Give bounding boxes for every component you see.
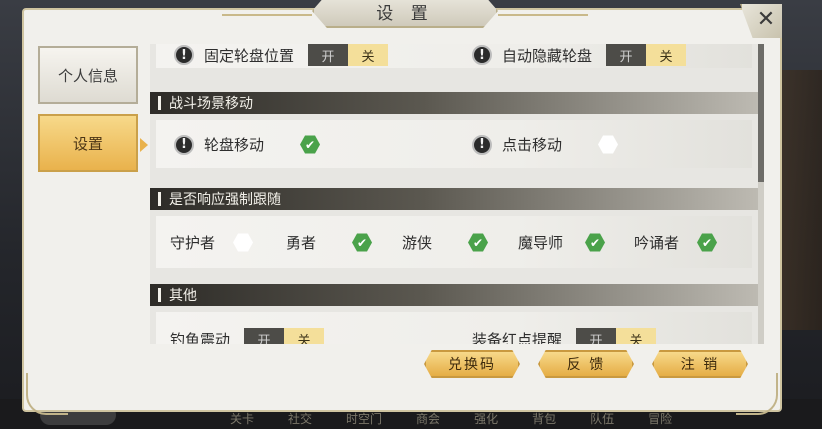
option-label: 守护者 bbox=[170, 234, 216, 252]
option-label: 游侠 bbox=[402, 234, 433, 252]
toggle-off[interactable]: 关 bbox=[348, 44, 389, 66]
wheel-move-checkbox[interactable]: ✔ bbox=[300, 135, 321, 154]
dialog-title: 设 置 bbox=[312, 0, 498, 28]
option-role-mage: 魔导师 ✔ bbox=[518, 232, 606, 253]
toggle-on[interactable]: 开 bbox=[576, 328, 617, 344]
section-bar bbox=[158, 96, 161, 110]
option-label: 轮盘移动 bbox=[204, 136, 265, 154]
background-nav-item: 时空门 bbox=[346, 412, 383, 426]
option-label: 装备红点提醒 bbox=[472, 330, 563, 345]
tap-move-checkbox[interactable] bbox=[598, 135, 619, 154]
info-icon[interactable]: ! bbox=[174, 134, 194, 155]
auto-hide-wheel-toggle[interactable]: 开 关 bbox=[606, 44, 687, 66]
ranger-checkbox[interactable]: ✔ bbox=[468, 233, 489, 252]
close-icon: ✕ bbox=[756, 6, 776, 32]
background-nav-item: 关卡 bbox=[230, 412, 255, 426]
option-label: 点击移动 bbox=[502, 136, 563, 154]
option-label: 吟诵者 bbox=[634, 234, 680, 252]
background-nav-item: 社交 bbox=[288, 412, 313, 426]
setting-row-other: 钓鱼震动 开 关 装备红点提醒 开 关 bbox=[156, 312, 752, 344]
settings-scrollbar[interactable] bbox=[758, 44, 764, 344]
option-fixed-wheel: ! 固定轮盘位置 开 关 bbox=[174, 44, 389, 66]
logout-button[interactable]: 注 销 bbox=[652, 350, 748, 378]
frame-corner-ornament bbox=[26, 373, 68, 415]
toggle-off[interactable]: 关 bbox=[646, 44, 687, 66]
active-tab-arrow-icon bbox=[140, 138, 148, 152]
option-label: 钓鱼震动 bbox=[170, 330, 231, 345]
toggle-on[interactable]: 开 bbox=[606, 44, 647, 66]
section-title: 战斗场景移动 bbox=[169, 96, 253, 112]
info-icon[interactable]: ! bbox=[472, 134, 492, 155]
option-fishing-vibrate: 钓鱼震动 开 关 bbox=[170, 328, 325, 345]
toggle-on[interactable]: 开 bbox=[308, 44, 349, 66]
fixed-wheel-toggle[interactable]: 开 关 bbox=[308, 44, 389, 66]
background-nav-item: 商会 bbox=[416, 412, 441, 426]
setting-row-wheel: ! 固定轮盘位置 开 关 ! 自动隐藏轮盘 开 关 bbox=[156, 44, 752, 68]
section-bar bbox=[158, 192, 161, 206]
chanter-checkbox[interactable]: ✔ bbox=[697, 233, 718, 252]
fishing-vibrate-toggle[interactable]: 开 关 bbox=[244, 328, 325, 344]
redeem-code-button[interactable]: 兑换码 bbox=[424, 350, 520, 378]
option-label: 勇者 bbox=[286, 234, 317, 252]
section-header-follow: 是否响应强制跟随 bbox=[150, 188, 758, 210]
toggle-off[interactable]: 关 bbox=[616, 328, 657, 344]
section-title: 其他 bbox=[169, 288, 197, 304]
background-nav: 关卡 社交 时空门 商会 强化 背包 队伍 冒险 bbox=[230, 410, 672, 427]
section-title: 是否响应强制跟随 bbox=[169, 192, 281, 208]
section-header-other: 其他 bbox=[150, 284, 758, 306]
background-nav-item: 冒险 bbox=[648, 412, 673, 426]
tab-settings[interactable]: 设置 bbox=[38, 114, 138, 172]
hero-checkbox[interactable]: ✔ bbox=[352, 233, 373, 252]
option-wheel-move: ! 轮盘移动 ✔ bbox=[174, 134, 321, 155]
settings-content: ! 固定轮盘位置 开 关 ! 自动隐藏轮盘 开 关 战斗场景移动 ! 轮盘移动 … bbox=[150, 44, 758, 344]
background-nav-item: 背包 bbox=[532, 412, 557, 426]
info-icon[interactable]: ! bbox=[174, 45, 194, 65]
option-label: 自动隐藏轮盘 bbox=[502, 46, 593, 65]
section-header-battle-move: 战斗场景移动 bbox=[150, 92, 758, 114]
frame-corner-ornament bbox=[736, 373, 778, 415]
mage-checkbox[interactable]: ✔ bbox=[585, 233, 606, 252]
option-role-guardian: 守护者 bbox=[170, 232, 254, 253]
setting-row-battle-move: ! 轮盘移动 ✔ ! 点击移动 bbox=[156, 120, 752, 168]
background-nav-item: 强化 bbox=[474, 412, 499, 426]
option-tap-move: ! 点击移动 bbox=[472, 134, 619, 155]
scrollbar-thumb[interactable] bbox=[758, 44, 764, 182]
setting-row-follow: 守护者 勇者 ✔ 游侠 ✔ 魔导师 ✔ 吟诵者 ✔ bbox=[156, 216, 752, 268]
toggle-on[interactable]: 开 bbox=[244, 328, 285, 344]
option-label: 固定轮盘位置 bbox=[204, 46, 295, 65]
tab-profile[interactable]: 个人信息 bbox=[38, 46, 138, 104]
guardian-checkbox[interactable] bbox=[233, 233, 254, 252]
toggle-off[interactable]: 关 bbox=[284, 328, 325, 344]
option-label: 魔导师 bbox=[518, 234, 564, 252]
title-ornament bbox=[498, 14, 588, 16]
option-equip-reddot: 装备红点提醒 开 关 bbox=[472, 328, 657, 345]
equip-reddot-toggle[interactable]: 开 关 bbox=[576, 328, 657, 344]
option-role-ranger: 游侠 ✔ bbox=[402, 232, 489, 253]
option-role-hero: 勇者 ✔ bbox=[286, 232, 373, 253]
option-auto-hide-wheel: ! 自动隐藏轮盘 开 关 bbox=[472, 44, 687, 66]
background-nav-item: 队伍 bbox=[590, 412, 615, 426]
title-ornament bbox=[222, 14, 312, 16]
option-role-chanter: 吟诵者 ✔ bbox=[634, 232, 718, 253]
section-bar bbox=[158, 288, 161, 302]
info-icon[interactable]: ! bbox=[472, 45, 492, 65]
feedback-button[interactable]: 反 馈 bbox=[538, 350, 634, 378]
